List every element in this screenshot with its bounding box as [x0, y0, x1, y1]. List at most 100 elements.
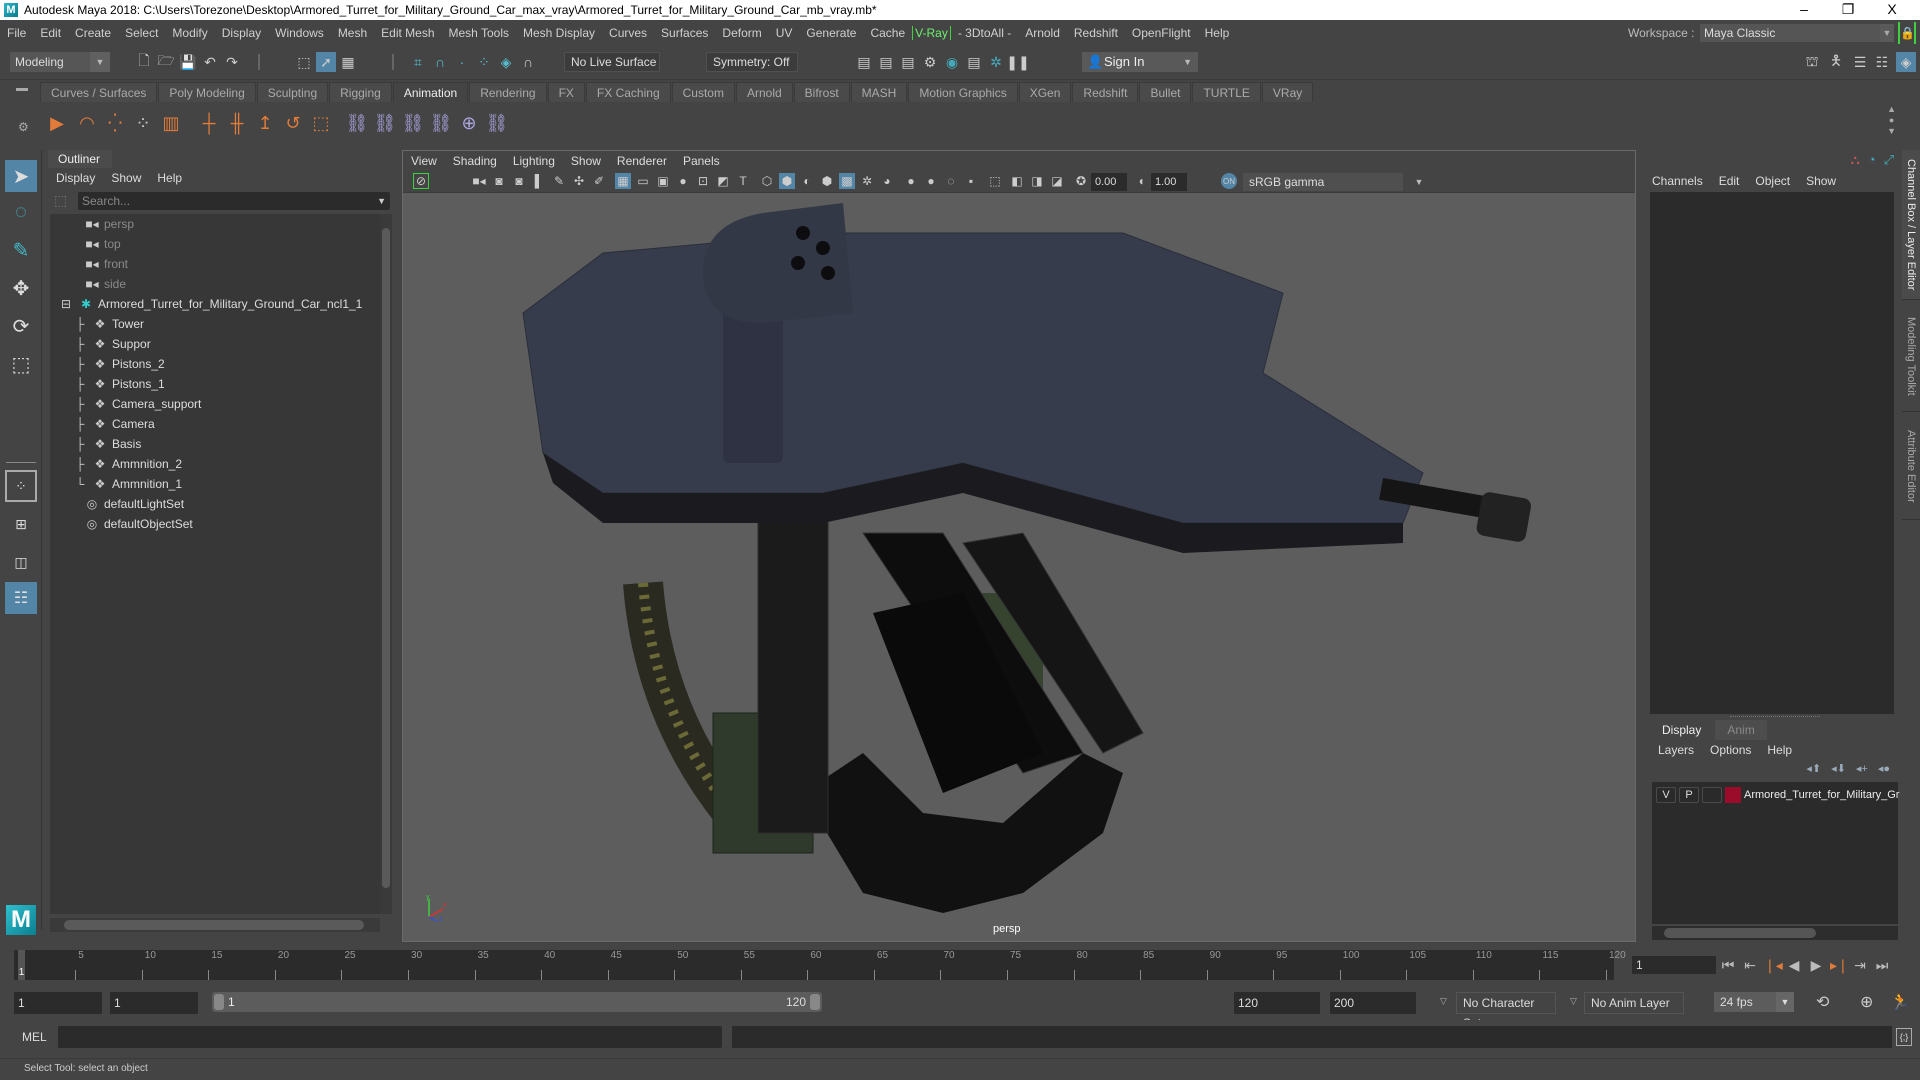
xray-joints-icon[interactable]: ◨: [1029, 173, 1045, 189]
bookmark-flag-icon[interactable]: ▌: [531, 173, 547, 189]
rotate-tool-icon[interactable]: ⟳: [5, 310, 37, 342]
render-view-icon[interactable]: ▤: [854, 52, 874, 72]
step-forward-key-icon[interactable]: ▸❘: [1830, 957, 1849, 974]
play-forward-icon[interactable]: ▶: [1808, 957, 1824, 974]
lasso-tool-icon[interactable]: ◌: [5, 196, 37, 228]
menu-windows[interactable]: Windows: [268, 26, 331, 40]
list-item[interactable]: ├ ❖ Pistons_2: [72, 354, 165, 374]
render-setup-icon[interactable]: ▤: [964, 52, 984, 72]
safe-action-icon[interactable]: ◩: [715, 173, 731, 189]
menu-select[interactable]: Select: [118, 26, 165, 40]
loop-icon[interactable]: ⟲: [1816, 992, 1829, 1012]
four-view-layout-icon[interactable]: ⊞: [5, 508, 37, 540]
resize-handle[interactable]: [1730, 716, 1820, 717]
viewport-menu-view[interactable]: View: [403, 154, 445, 168]
live-surface-field[interactable]: No Live Surface: [564, 52, 660, 72]
menu-openflight[interactable]: OpenFlight: [1125, 26, 1198, 40]
pole-vector-icon[interactable]: ⛓: [484, 110, 510, 136]
play-backward-icon[interactable]: ◀: [1786, 957, 1802, 974]
list-item[interactable]: └ ❖ Ammnition_1: [72, 474, 182, 494]
shelf-tab-curves-surfaces[interactable]: Curves / Surfaces: [40, 82, 158, 102]
scene-render[interactable]: [403, 193, 1635, 941]
select-camera-icon[interactable]: ⊘: [413, 173, 429, 189]
menu-vray[interactable]: V-Ray: [912, 26, 951, 40]
select-tool-icon[interactable]: ➤: [5, 160, 37, 192]
maximize-button[interactable]: ❐: [1828, 0, 1868, 20]
select-component-icon[interactable]: ▦: [338, 52, 358, 72]
menu-redshift[interactable]: Redshift: [1067, 26, 1125, 40]
outliner-layout-icon[interactable]: ☷: [5, 582, 37, 614]
speed-icon[interactable]: ◔: [1868, 152, 1876, 168]
color-management-icon[interactable]: ON: [1221, 173, 1237, 189]
animation-start-field[interactable]: 1: [14, 992, 102, 1014]
workspace-dropdown-icon[interactable]: ▼: [1880, 24, 1894, 42]
menu-display[interactable]: Display: [215, 26, 268, 40]
select-hierarchy-icon[interactable]: ⬚: [294, 52, 314, 72]
shelf-tab-custom[interactable]: Custom: [671, 82, 735, 102]
menu-create[interactable]: Create: [68, 26, 118, 40]
new-scene-icon[interactable]: 🗋: [134, 52, 154, 72]
snap-grid-icon[interactable]: ⌗: [408, 52, 428, 72]
anti-aliasing-icon[interactable]: ◌: [943, 173, 959, 189]
point-constraint-icon[interactable]: ⛓: [372, 110, 398, 136]
persp-outliner-layout-icon[interactable]: ◫: [5, 546, 37, 578]
layer-visibility-toggle[interactable]: V: [1656, 787, 1676, 803]
anim-layer-dropdown-icon[interactable]: ▽: [1570, 996, 1577, 1007]
shelf-settings-icon[interactable]: ⚙: [18, 120, 29, 134]
tool-settings-icon[interactable]: ☷: [1872, 52, 1892, 72]
scale-constraint-icon[interactable]: ⛓: [428, 110, 454, 136]
layer-help-menu[interactable]: Help: [1759, 743, 1800, 757]
field-chart-icon[interactable]: ⊡: [695, 173, 711, 189]
script-editor-icon[interactable]: {;}: [1896, 1028, 1912, 1046]
use-all-lights-icon[interactable]: ✲: [859, 173, 875, 189]
menu-file[interactable]: File: [0, 26, 33, 40]
menu-arnold[interactable]: Arnold: [1018, 26, 1067, 40]
tab-modeling-toolkit[interactable]: Modeling Toolkit: [1902, 302, 1920, 412]
grid-icon[interactable]: ▦: [615, 173, 631, 189]
layer-tab-anim[interactable]: Anim: [1715, 720, 1767, 740]
outliner-menu-display[interactable]: Display: [48, 171, 103, 185]
outliner-menu-show[interactable]: Show: [103, 171, 149, 185]
object-menu[interactable]: Object: [1747, 174, 1798, 188]
menu-mesh[interactable]: Mesh: [331, 26, 374, 40]
new-layer-selected-icon[interactable]: ◂●: [1878, 762, 1890, 775]
go-to-end-icon[interactable]: ⏭: [1874, 957, 1890, 974]
playback-start-field[interactable]: 1: [110, 992, 198, 1014]
orient-constraint-icon[interactable]: ⛓: [400, 110, 426, 136]
gamma-field[interactable]: 1.00: [1151, 173, 1187, 191]
list-item[interactable]: ├ ❖ Basis: [72, 434, 142, 454]
render-settings-icon[interactable]: ⚙: [920, 52, 940, 72]
viewport-panel[interactable]: View Shading Lighting Show Renderer Pane…: [402, 150, 1636, 942]
aim-constraint-icon[interactable]: ⊕: [456, 110, 482, 136]
range-start-handle[interactable]: [214, 994, 224, 1010]
exposure-icon[interactable]: ✪: [1073, 173, 1089, 189]
list-item[interactable]: ◎ defaultLightSet: [84, 494, 184, 514]
bake-icon[interactable]: ▥: [158, 110, 184, 136]
shelf-tab-mash[interactable]: MASH: [850, 82, 908, 102]
mel-label[interactable]: MEL: [22, 1030, 47, 1044]
viewport-menu-show[interactable]: Show: [563, 154, 609, 168]
menu-3dtoall[interactable]: - 3DtoAll -: [951, 26, 1018, 40]
shelf-tab-arnold[interactable]: Arnold: [735, 82, 793, 102]
shelf-tab-rendering[interactable]: Rendering: [469, 82, 547, 102]
shelf-tab-rigging[interactable]: Rigging: [329, 82, 392, 102]
layer-color-swatch[interactable]: [1725, 787, 1741, 803]
viewport-menu-renderer[interactable]: Renderer: [609, 154, 675, 168]
shelf-tab-fx-caching[interactable]: FX Caching: [585, 82, 671, 102]
character-set-dropdown-icon[interactable]: ▽: [1440, 996, 1447, 1007]
layer-display-type-toggle[interactable]: [1702, 787, 1722, 803]
close-button[interactable]: X: [1872, 0, 1912, 20]
shelf-tab-xgen[interactable]: XGen: [1018, 82, 1072, 102]
go-to-start-icon[interactable]: ⏮: [1720, 957, 1736, 974]
layer-playback-toggle[interactable]: P: [1679, 787, 1699, 803]
menu-mesh-tools[interactable]: Mesh Tools: [442, 26, 516, 40]
shelf-menu-icon[interactable]: [16, 88, 28, 91]
render-frame-icon[interactable]: ▤: [876, 52, 896, 72]
grease-pencil2-icon[interactable]: ✐: [591, 173, 607, 189]
scale-tool-icon[interactable]: ⬚: [5, 348, 37, 380]
step-forward-frame-icon[interactable]: ⇥: [1852, 957, 1868, 974]
light-editor-icon[interactable]: ✲: [986, 52, 1006, 72]
undo-icon[interactable]: ↶: [200, 52, 220, 72]
resolution-gate-icon[interactable]: ▣: [655, 173, 671, 189]
motion-trail-icon[interactable]: ◠: [74, 110, 100, 136]
